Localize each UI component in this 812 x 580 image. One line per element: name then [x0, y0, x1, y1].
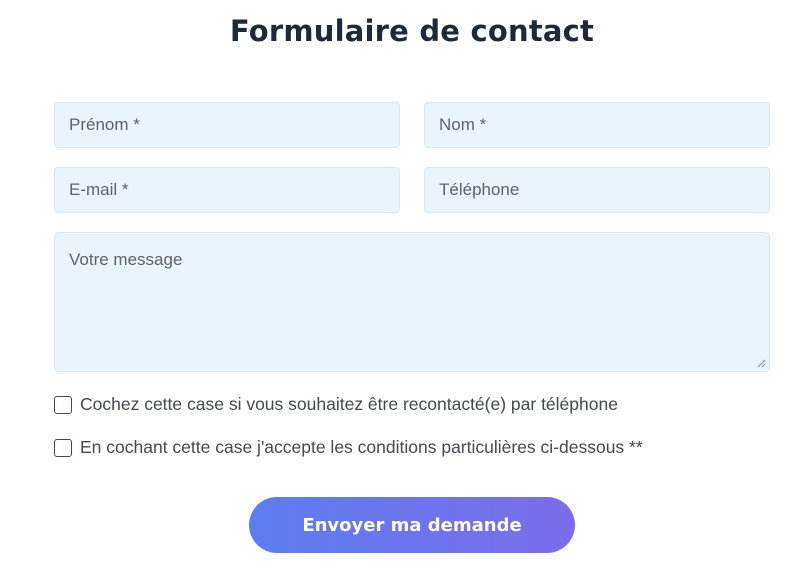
- terms-checkbox-label: En cochant cette case j'accepte les cond…: [80, 437, 643, 457]
- resize-grip-icon[interactable]: [756, 358, 766, 368]
- first-name-input[interactable]: [54, 102, 400, 148]
- callback-checkbox-label: Cochez cette case si vous souhaitez être…: [80, 394, 618, 414]
- message-textarea[interactable]: [54, 232, 770, 372]
- last-name-input[interactable]: [424, 102, 770, 148]
- contact-form-page: Formulaire de contact Cochez cette case …: [0, 0, 812, 580]
- submit-button[interactable]: Envoyer ma demande: [249, 497, 575, 553]
- form-title: Formulaire de contact: [229, 14, 595, 48]
- callback-checkbox-row[interactable]: Cochez cette case si vous souhaitez être…: [54, 394, 618, 415]
- phone-input[interactable]: [424, 167, 770, 213]
- email-input[interactable]: [54, 167, 400, 213]
- callback-checkbox[interactable]: [54, 395, 72, 414]
- terms-checkbox[interactable]: [54, 438, 72, 457]
- terms-checkbox-row[interactable]: En cochant cette case j'accepte les cond…: [54, 437, 643, 458]
